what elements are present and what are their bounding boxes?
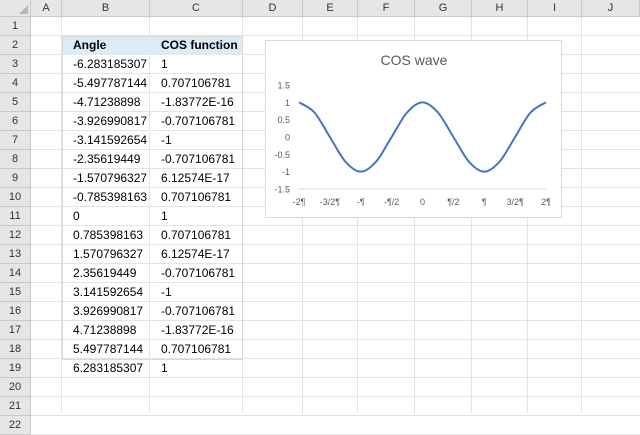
y-tick-label: -1.5 — [274, 185, 290, 195]
row-header-1[interactable]: 1 — [0, 17, 31, 36]
header-cell-angle[interactable]: Angle — [62, 36, 150, 55]
angle-cell[interactable]: 0 — [62, 207, 150, 226]
cos-value-cell[interactable]: -0.707106781 — [150, 150, 243, 169]
row-header-11[interactable]: 11 — [0, 207, 31, 226]
x-tick-label: ¶ — [482, 197, 487, 207]
row-header-8[interactable]: 8 — [0, 150, 31, 169]
gridline-horizontal — [31, 415, 640, 416]
column-header-j[interactable]: J — [582, 0, 640, 17]
angle-cell[interactable]: -0.785398163 — [62, 188, 150, 207]
angle-cell[interactable]: 5.497787144 — [62, 340, 150, 359]
cos-wave-chart: COS wave 1.5 1 0.5 0 -0.5 -1 -1.5-2¶ -3/2¶ -¶ -¶/… — [274, 52, 551, 207]
angle-cell[interactable]: -2.35619449 — [62, 150, 150, 169]
gridline-horizontal — [31, 396, 640, 397]
row-header-5[interactable]: 5 — [0, 93, 31, 112]
row-header-13[interactable]: 13 — [0, 245, 31, 264]
cos-value-cell[interactable]: -0.707106781 — [150, 302, 243, 321]
angle-cell[interactable]: 3.141592654 — [62, 283, 150, 302]
row-header-7[interactable]: 7 — [0, 131, 31, 150]
chart-object[interactable]: COS wave 1.5 1 0.5 0 -0.5 -1 -1.5 -2¶ -3/2¶ -¶ -¶/… — [265, 40, 562, 218]
cos-value-cell[interactable]: 6.12574E-17 — [150, 245, 243, 264]
row-header-14[interactable]: 14 — [0, 264, 31, 283]
cos-value-cell[interactable]: -1 — [150, 283, 243, 302]
cos-value-cell[interactable]: 0.707106781 — [150, 226, 243, 245]
row-header-15[interactable]: 15 — [0, 283, 31, 302]
x-tick-label: 3/2¶ — [506, 197, 524, 207]
row-header-20[interactable]: 20 — [0, 378, 31, 397]
y-tick-label: -0.5 — [274, 150, 290, 160]
angle-cell[interactable]: -3.926990817 — [62, 112, 150, 131]
column-header-h[interactable]: H — [472, 0, 528, 17]
y-tick-label: 0 — [285, 133, 290, 143]
row-header-17[interactable]: 17 — [0, 321, 31, 340]
cos-value-cell[interactable]: 0.707106781 — [150, 74, 243, 93]
cos-value-cell[interactable]: -1.83772E-16 — [150, 93, 243, 112]
header-cell-cos-function[interactable]: COS function — [150, 36, 243, 55]
cos-value-cell[interactable]: -1.83772E-16 — [150, 321, 243, 340]
cos-value-cell[interactable]: -0.707106781 — [150, 264, 243, 283]
cos-value-cell[interactable]: 1 — [150, 55, 243, 74]
angle-cell[interactable]: 1.570796327 — [62, 245, 150, 264]
x-tick-label: -¶/2 — [384, 197, 399, 207]
row-header-10[interactable]: 10 — [0, 188, 31, 207]
row-header-2[interactable]: 2 — [0, 36, 31, 55]
row-header-9[interactable]: 9 — [0, 169, 31, 188]
column-header-a[interactable]: A — [31, 0, 62, 17]
cos-series-line — [298, 101, 547, 173]
row-header-21[interactable]: 21 — [0, 397, 31, 416]
x-tick-label: 0 — [420, 197, 425, 207]
column-header-c[interactable]: C — [150, 0, 243, 17]
column-header-g[interactable]: G — [415, 0, 472, 17]
cos-value-cell[interactable]: 0.707106781 — [150, 188, 243, 207]
angle-cell[interactable]: -3.141592654 — [62, 131, 150, 150]
row-header-4[interactable]: 4 — [0, 74, 31, 93]
angle-cell[interactable]: 4.71238898 — [62, 321, 150, 340]
angle-cell[interactable]: 6.283185307 — [62, 359, 150, 378]
angle-cell[interactable]: -5.497787144 — [62, 74, 150, 93]
row-header-18[interactable]: 18 — [0, 340, 31, 359]
cos-value-cell[interactable]: 0.707106781 — [150, 340, 243, 359]
row-header-16[interactable]: 16 — [0, 302, 31, 321]
chart-title: COS wave — [381, 52, 448, 68]
select-all-triangle-icon — [19, 5, 28, 14]
select-all-corner[interactable] — [0, 0, 31, 17]
column-header-b[interactable]: B — [62, 0, 150, 17]
x-tick-label: ¶/2 — [447, 197, 459, 207]
angle-cell[interactable]: -6.283185307 — [62, 55, 150, 74]
row-header-22[interactable]: 22 — [0, 416, 31, 435]
row-header-19[interactable]: 19 — [0, 359, 31, 378]
cos-value-cell[interactable]: -0.707106781 — [150, 112, 243, 131]
angle-cell[interactable]: 0.785398163 — [62, 226, 150, 245]
cos-value-cell[interactable]: 1 — [150, 359, 243, 378]
y-tick-label: 0.5 — [277, 115, 290, 125]
row-header-6[interactable]: 6 — [0, 112, 31, 131]
column-header-d[interactable]: D — [243, 0, 303, 17]
x-tick-label: 2¶ — [541, 197, 551, 207]
angle-cell[interactable]: -4.71238898 — [62, 93, 150, 112]
y-tick-label: 1.5 — [277, 81, 290, 91]
column-header-i[interactable]: I — [528, 0, 582, 17]
column-header-e[interactable]: E — [303, 0, 358, 17]
cos-value-cell[interactable]: 6.12574E-17 — [150, 169, 243, 188]
cos-value-cell[interactable]: 1 — [150, 207, 243, 226]
angle-cell[interactable]: -1.570796327 — [62, 169, 150, 188]
angle-cell[interactable]: 3.926990817 — [62, 302, 150, 321]
angle-cell[interactable]: 2.35619449 — [62, 264, 150, 283]
cos-value-cell[interactable]: -1 — [150, 131, 243, 150]
gridline-vertical — [581, 17, 582, 413]
row-header-12[interactable]: 12 — [0, 226, 31, 245]
column-header-f[interactable]: F — [358, 0, 415, 17]
row-header-3[interactable]: 3 — [0, 55, 31, 74]
y-tick-label: -1 — [282, 167, 290, 177]
x-tick-label: -¶ — [357, 197, 365, 207]
x-tick-label: -3/2¶ — [320, 197, 341, 207]
y-tick-label: 1 — [285, 98, 290, 108]
x-tick-label: -2¶ — [293, 197, 306, 207]
